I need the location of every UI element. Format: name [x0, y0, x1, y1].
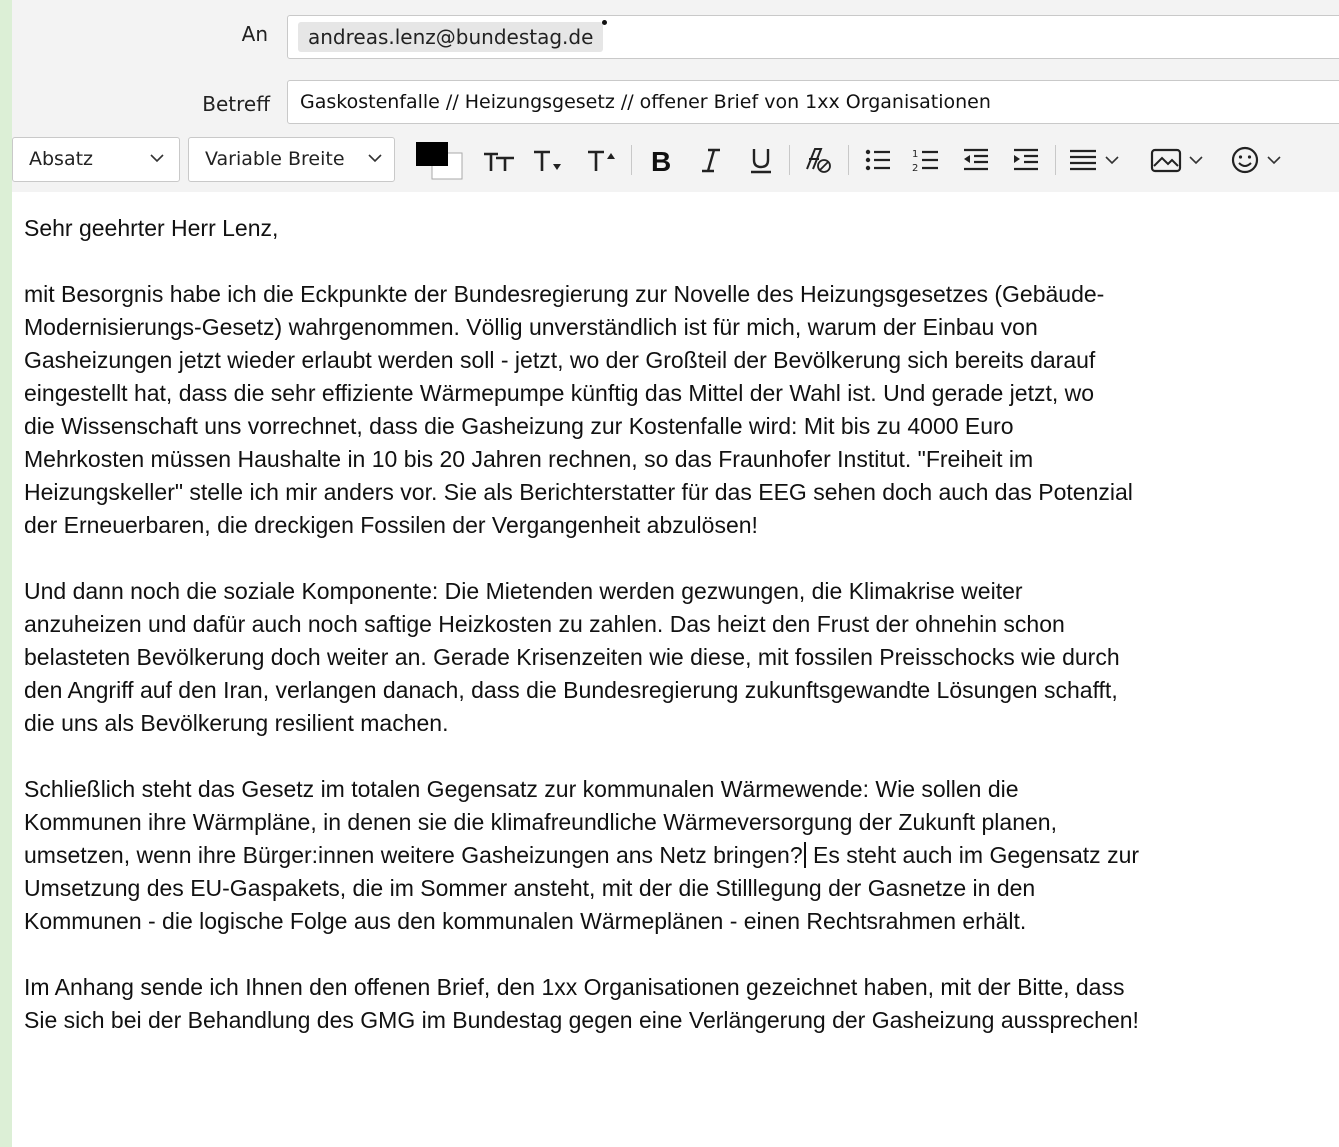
to-label: An [241, 22, 268, 46]
font-size-normal-button[interactable] [480, 137, 520, 182]
insert-image-button[interactable] [1148, 137, 1218, 182]
toolbar-separator [1055, 145, 1056, 175]
toolbar-separator [789, 145, 790, 175]
recipient-pill[interactable]: andreas.lenz@bundestag.de [298, 20, 608, 52]
message-paragraph: Und dann noch die soziale Komponente: Di… [24, 578, 1120, 736]
font-size-normal-icon [484, 152, 514, 171]
message-paragraph: Im Anhang sende ich Ihnen den offenen Br… [24, 974, 1139, 1033]
chevron-down-icon [150, 154, 164, 163]
message-paragraph: Schließlich steht das Gesetz im totalen … [24, 773, 1339, 938]
insert-image-icon [1150, 148, 1203, 172]
text-color-icon [416, 142, 463, 180]
bullet-list-button[interactable] [858, 137, 898, 182]
align-icon [1070, 149, 1119, 170]
numbered-list-icon: 1 2 [912, 149, 938, 174]
font-size-larger-icon [588, 150, 615, 171]
toolbar-separator [848, 145, 849, 175]
svg-text:2: 2 [912, 163, 918, 174]
left-accent-strip [0, 0, 12, 1147]
bullet-list-icon [865, 149, 890, 170]
chevron-down-icon [368, 154, 382, 163]
toolbar-separator [631, 145, 632, 175]
paragraph-format-dropdown[interactable]: Absatz [12, 137, 180, 182]
recipient-status-dot [602, 20, 608, 25]
to-field[interactable]: andreas.lenz@bundestag.de [287, 15, 1339, 59]
emoji-button[interactable] [1228, 137, 1298, 182]
message-body[interactable]: Sehr geehrter Herr Lenz, mit Besorgnis h… [24, 212, 1339, 1070]
font-size-larger-button[interactable] [582, 137, 622, 182]
indent-button[interactable] [1006, 137, 1046, 182]
outdent-icon [964, 148, 988, 170]
align-button[interactable] [1066, 137, 1136, 182]
indent-icon [1014, 148, 1038, 170]
remove-formatting-icon [806, 147, 831, 173]
paragraph-format-value: Absatz [29, 148, 94, 170]
font-width-value: Variable Breite [205, 148, 345, 170]
italic-button[interactable] [692, 137, 730, 182]
underline-icon [751, 148, 771, 173]
numbered-list-button[interactable]: 1 2 [906, 137, 946, 182]
text-cursor [803, 842, 806, 868]
svg-text:B: B [651, 146, 671, 175]
text-color-button[interactable] [408, 137, 464, 182]
svg-text:1: 1 [912, 149, 918, 160]
subject-label-text: Betreff [202, 92, 270, 116]
subject-value: Gaskostenfalle // Heizungsgesetz // offe… [300, 91, 991, 113]
remove-formatting-button[interactable] [798, 137, 838, 182]
bold-icon: B [651, 146, 671, 175]
subject-field[interactable]: Gaskostenfalle // Heizungsgesetz // offe… [287, 80, 1339, 124]
italic-icon [702, 148, 720, 172]
underline-button[interactable] [742, 137, 780, 182]
recipient-address: andreas.lenz@bundestag.de [308, 25, 594, 49]
bold-button[interactable]: B [641, 137, 679, 182]
font-size-smaller-button[interactable] [528, 137, 568, 182]
emoji-icon [1231, 146, 1281, 173]
font-size-smaller-icon [534, 150, 561, 171]
message-greeting: Sehr geehrter Herr Lenz, [24, 215, 279, 241]
font-width-dropdown[interactable]: Variable Breite [188, 137, 395, 182]
subject-label: Betreff [170, 92, 270, 116]
message-paragraph: mit Besorgnis habe ich die Eckpunkte der… [24, 281, 1133, 538]
outdent-button[interactable] [956, 137, 996, 182]
